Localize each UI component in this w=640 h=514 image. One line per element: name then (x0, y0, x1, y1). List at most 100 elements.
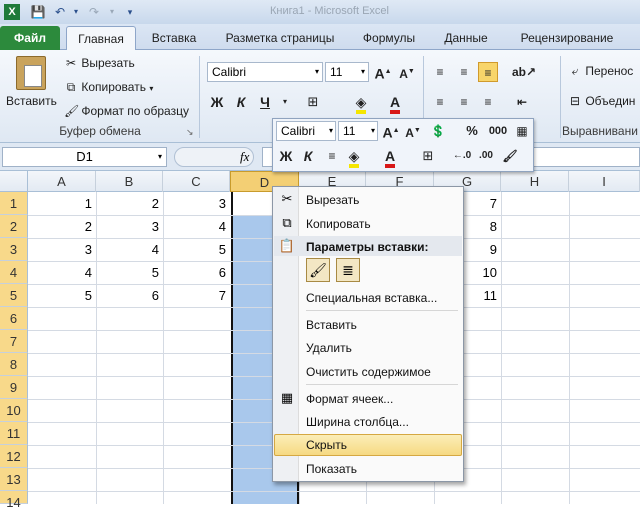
row-header-7[interactable]: 7 (0, 330, 28, 353)
row-header-14[interactable]: 14 (0, 491, 28, 510)
borders-icon[interactable]: ⊞ (303, 92, 323, 112)
format-table-icon[interactable]: ▦ (512, 121, 532, 141)
row-header-11[interactable]: 11 (0, 422, 28, 445)
row-header-5[interactable]: 5 (0, 284, 28, 307)
paste-button[interactable]: Вставить (6, 94, 57, 108)
align-middle-icon[interactable]: ≡ (454, 62, 474, 82)
row-header-13[interactable]: 13 (0, 468, 28, 491)
mini-format-painter-icon[interactable]: 🖌 (500, 146, 520, 166)
mini-font-size-combo[interactable]: 11 ▾ (338, 121, 378, 141)
row-header-9[interactable]: 9 (0, 376, 28, 399)
orientation-icon[interactable]: ab↗ (512, 62, 536, 82)
dialog-launcher-icon[interactable]: ↘ (186, 127, 194, 138)
column-header-i[interactable]: I (569, 171, 640, 192)
indent-icon[interactable]: ⇤ (512, 92, 532, 112)
redo-dropdown-icon[interactable]: ▾ (104, 4, 120, 20)
tab-formulas[interactable]: Формулы (354, 26, 424, 50)
menu-item-clear-contents[interactable]: Очистить содержимое (306, 365, 456, 379)
chevron-down-icon[interactable]: ▾ (275, 92, 295, 112)
font-name-combo[interactable]: Calibri ▾ (207, 62, 323, 82)
paste-values-icon[interactable]: ≣ (336, 258, 360, 282)
italic-button[interactable]: К (231, 92, 251, 112)
mini-shrink-font-icon[interactable]: A▼ (403, 121, 423, 141)
menu-item-cut[interactable]: Вырезать (306, 193, 456, 207)
tab-review[interactable]: Рецензирование (512, 26, 622, 50)
tab-home[interactable]: Главная (66, 26, 136, 51)
paste-formatting-icon[interactable]: 🖌 (306, 258, 330, 282)
row-header-8[interactable]: 8 (0, 353, 28, 376)
align-center-icon[interactable]: ≡ (454, 92, 474, 112)
grow-font-icon[interactable]: A▲ (373, 62, 393, 82)
row-header-2[interactable]: 2 (0, 215, 28, 238)
tab-data[interactable]: Данные (436, 26, 496, 50)
undo-icon[interactable]: ↶ (52, 4, 68, 20)
cell-b5[interactable]: 6 (96, 284, 163, 307)
select-all-button[interactable] (0, 171, 28, 192)
menu-item-show[interactable]: Показать (306, 462, 456, 476)
thousands-button[interactable]: 000 (486, 121, 510, 141)
row-header-6[interactable]: 6 (0, 307, 28, 330)
cell-c4[interactable]: 6 (163, 261, 230, 284)
insert-function-icon[interactable]: fx (240, 149, 249, 165)
menu-item-paste-special[interactable]: Специальная вставка... (306, 291, 456, 305)
format-painter-button[interactable]: 🖌 Формат по образцу (64, 104, 189, 118)
align-left-icon[interactable]: ≡ (430, 92, 450, 112)
mini-align-center-icon[interactable]: ≡ (322, 146, 342, 166)
currency-format-icon[interactable]: 💲 (428, 121, 448, 141)
decrease-decimal-icon[interactable]: .00 (476, 146, 496, 166)
mini-fill-color-icon[interactable]: ◈ (344, 146, 364, 168)
align-top-icon[interactable]: ≡ (430, 62, 450, 82)
menu-item-format-cells[interactable]: Формат ячеек... (306, 392, 456, 406)
row-header-1[interactable]: 1 (0, 192, 28, 215)
underline-button[interactable]: Ч (255, 92, 275, 112)
shrink-font-icon[interactable]: A▼ (397, 62, 417, 82)
font-color-icon[interactable]: A (385, 92, 405, 114)
column-header-a[interactable]: A (28, 171, 96, 192)
percent-button[interactable]: % (462, 121, 482, 141)
cell-a5[interactable]: 5 (28, 284, 96, 307)
customize-icon[interactable]: ▾ (122, 4, 138, 20)
align-right-icon[interactable]: ≡ (478, 92, 498, 112)
cell-c1[interactable]: 3 (163, 192, 230, 215)
row-header-3[interactable]: 3 (0, 238, 28, 261)
cell-b1[interactable]: 2 (96, 192, 163, 215)
menu-item-copy[interactable]: Копировать (306, 217, 456, 231)
fill-color-icon[interactable]: ◈ (351, 92, 371, 114)
cell-a4[interactable]: 4 (28, 261, 96, 284)
mini-font-name-combo[interactable]: Calibri ▾ (276, 121, 336, 141)
cell-b4[interactable]: 5 (96, 261, 163, 284)
increase-decimal-icon[interactable]: ←.0 (452, 146, 472, 166)
mini-italic-button[interactable]: К (298, 146, 318, 166)
cell-b3[interactable]: 4 (96, 238, 163, 261)
menu-item-delete[interactable]: Удалить (306, 341, 456, 355)
tab-page-layout[interactable]: Разметка страницы (218, 26, 342, 50)
menu-item-insert[interactable]: Вставить (306, 318, 456, 332)
cell-a1[interactable]: 1 (28, 192, 96, 215)
cell-c2[interactable]: 4 (163, 215, 230, 238)
cell-c3[interactable]: 5 (163, 238, 230, 261)
column-header-c[interactable]: C (163, 171, 230, 192)
merge-button[interactable]: ⊟ Объедин (568, 94, 635, 108)
menu-item-column-width[interactable]: Ширина столбца... (306, 415, 456, 429)
font-size-combo[interactable]: 11 ▾ (325, 62, 369, 82)
align-bottom-icon[interactable]: ≡ (478, 62, 498, 82)
mini-borders-icon[interactable]: ⊞ (418, 146, 438, 166)
row-header-10[interactable]: 10 (0, 399, 28, 422)
tab-file[interactable]: Файл (0, 26, 60, 50)
cell-a3[interactable]: 3 (28, 238, 96, 261)
bold-button[interactable]: Ж (207, 92, 227, 112)
column-header-h[interactable]: H (501, 171, 569, 192)
paste-icon[interactable] (16, 56, 46, 90)
undo-dropdown-icon[interactable]: ▾ (68, 4, 84, 20)
mini-grow-font-icon[interactable]: A▲ (381, 121, 401, 141)
save-icon[interactable]: 💾 (30, 4, 46, 20)
wrap-text-button[interactable]: ⤶ Перенос (568, 64, 634, 79)
copy-button[interactable]: ⧉ Копировать ▾ (64, 80, 154, 95)
tab-insert[interactable]: Вставка (146, 26, 202, 50)
name-box[interactable]: D1 ▾ (2, 147, 167, 167)
cell-a2[interactable]: 2 (28, 215, 96, 238)
cell-b2[interactable]: 3 (96, 215, 163, 238)
menu-item-hide[interactable]: Скрыть (306, 438, 456, 452)
cell-c5[interactable]: 7 (163, 284, 230, 307)
mini-font-color-icon[interactable]: A (380, 146, 400, 168)
